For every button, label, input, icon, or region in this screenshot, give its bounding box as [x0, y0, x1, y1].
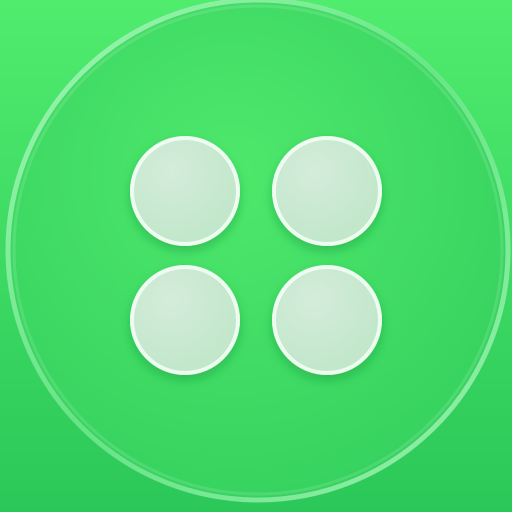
app-icon: [0, 0, 512, 512]
four-dot-grid-icon: [0, 0, 512, 512]
dot-top-left: [130, 136, 240, 246]
dot-bottom-right: [272, 265, 382, 375]
dot-bottom-left: [130, 265, 240, 375]
dot-top-right: [272, 136, 382, 246]
